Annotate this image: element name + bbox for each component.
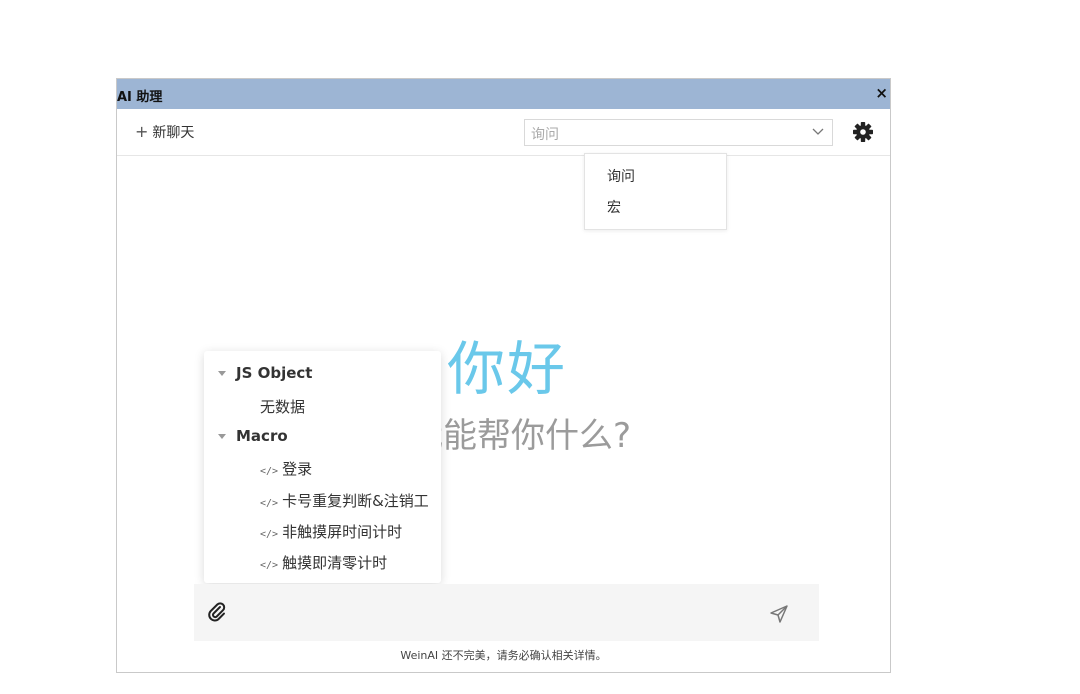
mode-option-ask[interactable]: 询问: [607, 166, 635, 186]
reference-tree-popup: JS Object 无数据 Macro </> 登录 </> 卡号重复判断&注销工 …: [204, 351, 441, 583]
tree-item-macro[interactable]: </> 登录: [260, 458, 312, 479]
code-icon: </>: [260, 498, 279, 509]
greeting-subtitle: 我能帮你什么?: [409, 416, 632, 456]
tree-group-label: Macro: [236, 427, 288, 445]
plus-icon: +: [135, 122, 149, 141]
tree-item-macro[interactable]: </> 触摸即清零计时: [260, 552, 387, 573]
mode-select[interactable]: 询问: [524, 119, 833, 146]
tree-group-macro[interactable]: Macro: [218, 427, 288, 445]
tree-item-label: 登录: [282, 460, 313, 478]
code-icon: </>: [260, 529, 279, 540]
send-icon[interactable]: [769, 604, 789, 624]
close-icon[interactable]: ×: [875, 84, 888, 102]
tree-empty-text: 无数据: [260, 398, 306, 416]
message-input[interactable]: [194, 584, 819, 641]
window-title: AI 助理: [117, 90, 163, 105]
tree-group-js-object[interactable]: JS Object: [218, 364, 312, 382]
tree-item-macro[interactable]: </> 非触摸屏时间计时: [260, 521, 402, 542]
greeting-title: 你好: [447, 335, 568, 403]
disclaimer-text: WeinAI 还不完美，请务必确认相关详情。: [400, 649, 607, 662]
caret-down-icon: [218, 434, 226, 439]
mode-option-macro[interactable]: 宏: [607, 197, 621, 217]
tree-item-macro[interactable]: </> 卡号重复判断&注销工: [260, 490, 429, 511]
new-chat-button[interactable]: + 新聊天: [135, 122, 194, 142]
tree-item-label: 卡号重复判断&注销工: [282, 492, 429, 510]
tree-group-label: JS Object: [236, 364, 313, 382]
code-icon: </>: [260, 466, 279, 477]
new-chat-label: 新聊天: [152, 125, 195, 141]
title-bar: AI 助理 ×: [117, 79, 890, 109]
tree-item-label: 非触摸屏时间计时: [282, 523, 403, 541]
toolbar: + 新聊天 询问: [117, 109, 890, 156]
code-icon: </>: [260, 560, 279, 571]
tree-item-label: 触摸即清零计时: [282, 554, 388, 572]
gear-icon[interactable]: [853, 122, 873, 142]
chevron-down-icon: [812, 128, 824, 135]
mode-dropdown-menu: 询问 宏: [584, 153, 727, 230]
paperclip-icon[interactable]: [207, 602, 227, 624]
mode-select-value: 询问: [531, 127, 559, 143]
ai-assistant-window: AI 助理 × + 新聊天 询问 询问 宏 你好 我能帮你什么? JS Obje…: [116, 78, 891, 673]
caret-down-icon: [218, 371, 226, 376]
